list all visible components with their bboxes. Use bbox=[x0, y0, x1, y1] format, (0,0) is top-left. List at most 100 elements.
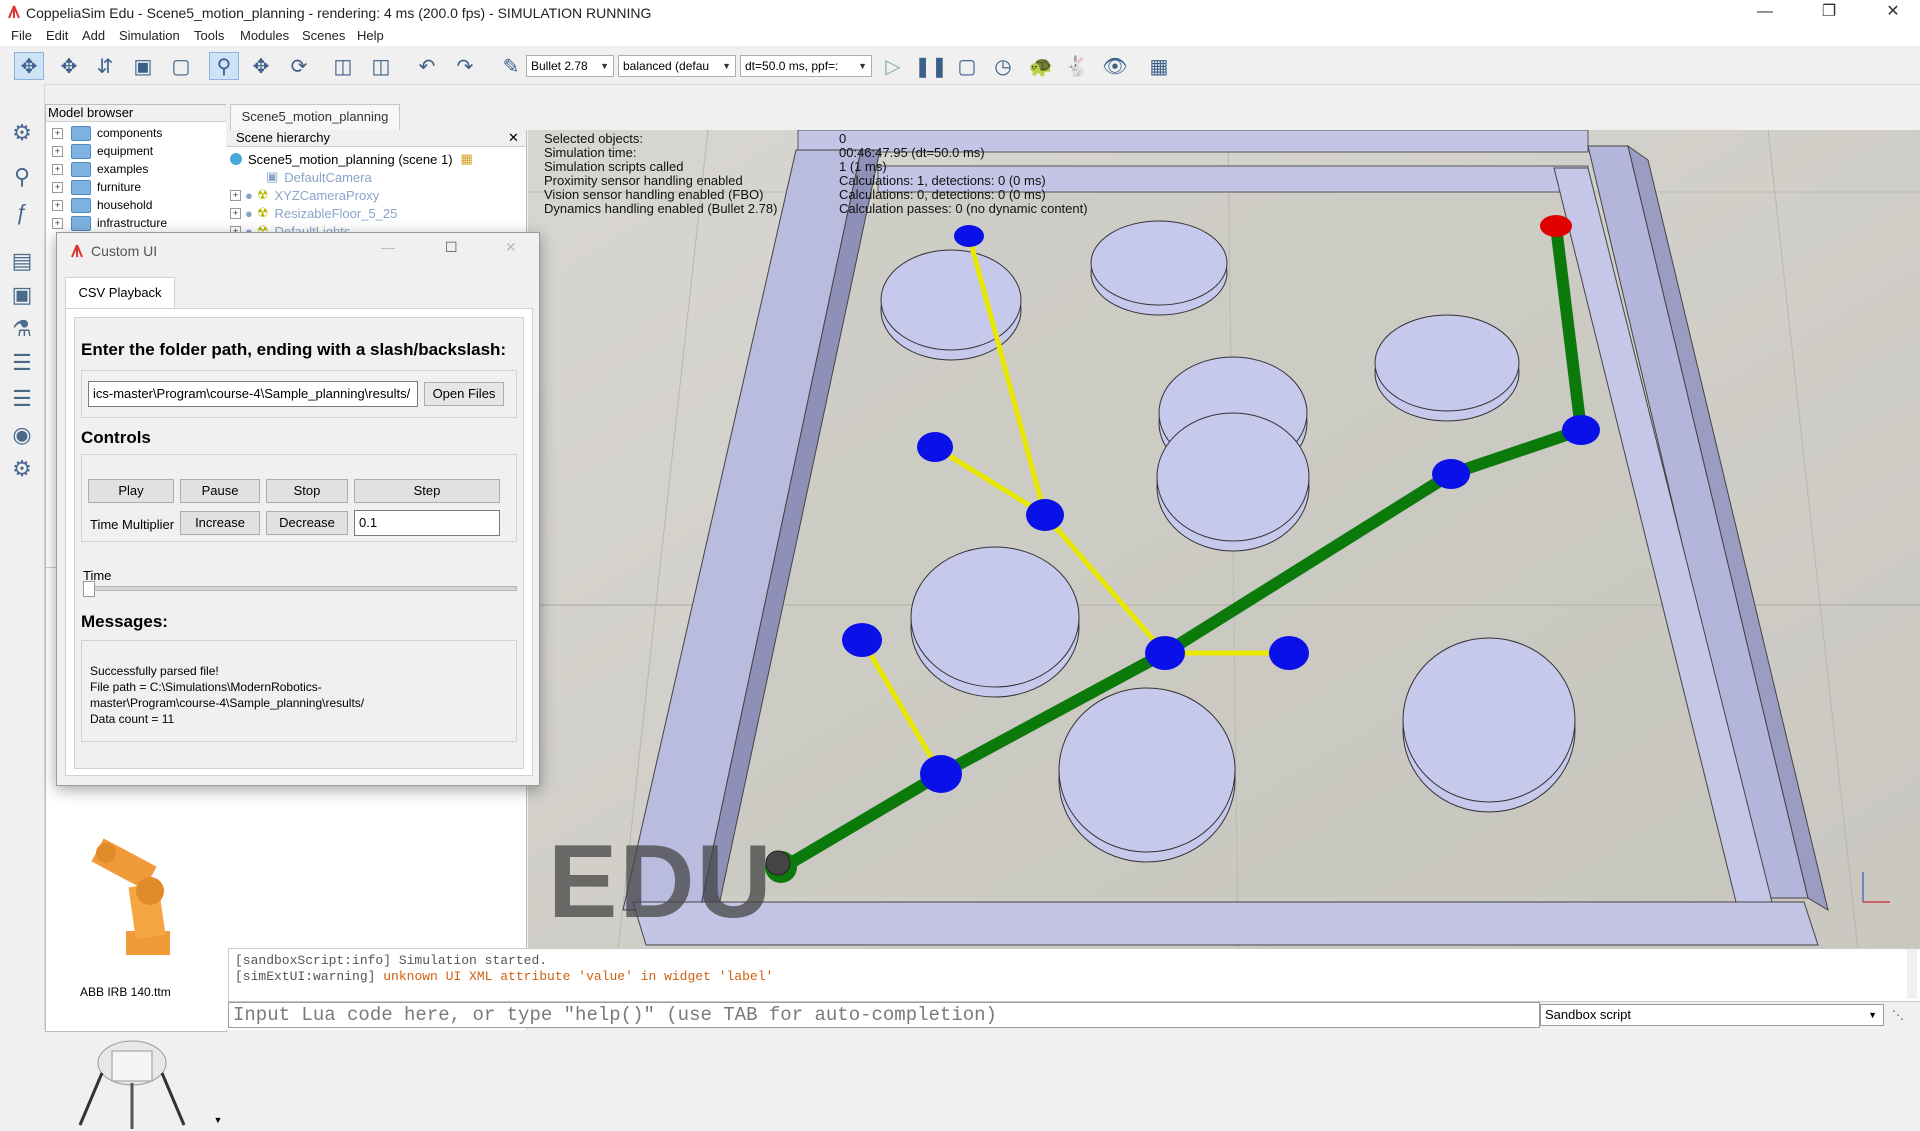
scene-hierarchy-toggle-icon[interactable]: ☰ bbox=[6, 348, 38, 378]
stop-icon[interactable]: ▢ bbox=[952, 52, 982, 80]
scene-object-properties-icon[interactable]: ▤ bbox=[6, 246, 38, 276]
status-console[interactable]: [sandboxScript:info] Simulation started.… bbox=[228, 948, 1920, 1002]
model-folder-furniture[interactable]: + furniture bbox=[52, 178, 141, 196]
open-files-button[interactable]: Open Files bbox=[424, 382, 504, 406]
abb-irb140-thumbnail[interactable] bbox=[64, 781, 204, 981]
menu-simulation[interactable]: Simulation bbox=[119, 28, 180, 43]
folder-prompt: Enter the folder path, ending with a sla… bbox=[81, 340, 507, 359]
close-hierarchy-icon[interactable]: ✕ bbox=[508, 130, 519, 146]
menu-add[interactable]: Add bbox=[82, 28, 105, 43]
camera-pan-icon[interactable]: ✥ bbox=[14, 52, 44, 80]
play-icon[interactable]: ▷ bbox=[878, 52, 908, 80]
expand-icon[interactable]: + bbox=[52, 163, 63, 175]
visualization-toggle-icon[interactable]: 👁 bbox=[1100, 52, 1130, 80]
folder-icon bbox=[71, 179, 91, 195]
script-selector[interactable]: Sandbox script ▼ bbox=[1540, 1004, 1884, 1026]
window-title: CoppeliaSim Edu - Scene5_motion_planning… bbox=[26, 5, 652, 21]
scroll-down-icon[interactable]: ▼ bbox=[211, 1115, 225, 1129]
resize-grip-icon[interactable]: ⋱ bbox=[1892, 1008, 1906, 1022]
dynamics-mode-select[interactable]: balanced (defau ▼ bbox=[618, 55, 736, 77]
expand-icon[interactable]: + bbox=[230, 189, 241, 201]
model-folder-infrastructure[interactable]: + infrastructure bbox=[52, 214, 167, 232]
hierarchy-item-xyzcameraproxy[interactable]: + ● ☢ XYZCameraProxy bbox=[230, 186, 379, 204]
menu-modules[interactable]: Modules bbox=[240, 28, 289, 43]
stat-label: Dynamics handling enabled (Bullet 2.78) bbox=[544, 201, 778, 216]
play-button[interactable]: Play bbox=[88, 479, 174, 503]
calculation-module-icon[interactable]: ▣ bbox=[6, 280, 38, 310]
stop-button[interactable]: Stop bbox=[266, 479, 348, 503]
hierarchy-item-scene[interactable]: Scene5_motion_planning (scene 1) ▦ bbox=[230, 150, 473, 168]
dynamics-settings-icon[interactable]: ✎ bbox=[496, 52, 526, 80]
page-selector-icon[interactable]: ▦ bbox=[1144, 52, 1174, 80]
hierarchy-item-resizablefloor[interactable]: + ● ☢ ResizableFloor_5_25 bbox=[230, 204, 397, 222]
close-button[interactable]: ✕ bbox=[505, 239, 517, 256]
pause-button[interactable]: Pause bbox=[180, 479, 260, 503]
model-folder-components[interactable]: + components bbox=[52, 124, 162, 142]
expand-icon[interactable]: + bbox=[52, 145, 63, 157]
chevron-down-icon: ▼ bbox=[600, 61, 609, 71]
user-settings-icon[interactable]: ⚙ bbox=[6, 454, 38, 484]
pause-icon[interactable]: ❚❚ bbox=[914, 52, 948, 80]
close-button[interactable]: ✕ bbox=[1870, 0, 1916, 24]
menu-file[interactable]: File bbox=[11, 28, 32, 43]
model-browser-toggle-icon[interactable]: ⚗ bbox=[6, 314, 38, 344]
menu-tools[interactable]: Tools bbox=[194, 28, 224, 43]
simulation-settings-icon[interactable]: ⚙ bbox=[6, 118, 38, 148]
step-button[interactable]: Step bbox=[354, 479, 500, 503]
search-icon[interactable]: ⚲ bbox=[6, 162, 38, 192]
increase-button[interactable]: Increase bbox=[180, 511, 260, 535]
model-folder-examples[interactable]: + examples bbox=[52, 160, 148, 178]
menu-edit[interactable]: Edit bbox=[46, 28, 68, 43]
maximize-button[interactable]: ☐ bbox=[445, 239, 458, 256]
undo-icon[interactable]: ↶ bbox=[412, 52, 442, 80]
hierarchy-label: ResizableFloor_5_25 bbox=[274, 205, 398, 221]
messages-text: Successfully parsed file! File path = C:… bbox=[90, 663, 364, 727]
model-folder-equipment[interactable]: + equipment bbox=[52, 142, 153, 160]
click-select-icon[interactable]: ⚲ bbox=[209, 52, 239, 80]
expand-icon[interactable]: + bbox=[52, 199, 63, 211]
speed-up-icon[interactable]: 🐇 bbox=[1062, 52, 1092, 80]
restore-button[interactable]: ❐ bbox=[1806, 0, 1852, 24]
time-multiplier-input[interactable]: 0.1 bbox=[354, 510, 500, 536]
object-rotate-icon[interactable]: ⟳ bbox=[284, 52, 314, 80]
fit-to-view-icon[interactable]: ▢ bbox=[166, 52, 196, 80]
camera-rotate-icon[interactable]: ✥ bbox=[54, 52, 84, 80]
physics-engine-select[interactable]: Bullet 2.78 ▼ bbox=[526, 55, 614, 77]
folder-path-input[interactable]: ics-master\Program\course-4\Sample_plann… bbox=[88, 381, 418, 407]
time-slider[interactable] bbox=[83, 586, 517, 591]
expand-icon[interactable]: + bbox=[230, 207, 241, 219]
video-recorder-icon[interactable]: ◉ bbox=[6, 420, 38, 450]
layers-icon[interactable]: ☰ bbox=[6, 384, 38, 414]
timestep-select[interactable]: dt=50.0 ms, ppf=: ▼ bbox=[740, 55, 872, 77]
object-shift-icon[interactable]: ✥ bbox=[246, 52, 276, 80]
model-folder-household[interactable]: + household bbox=[52, 196, 152, 214]
expand-icon[interactable]: + bbox=[52, 127, 63, 139]
tab-scene5-motion-planning[interactable]: Scene5_motion_planning bbox=[230, 104, 400, 130]
realtime-clock-icon[interactable]: ◷ bbox=[988, 52, 1018, 80]
hierarchy-label: XYZCameraProxy bbox=[274, 187, 380, 203]
minimize-button[interactable]: — bbox=[381, 239, 395, 255]
tab-csv-playback[interactable]: CSV Playback bbox=[65, 277, 175, 310]
camera-shift-icon[interactable]: ⇵ bbox=[90, 52, 120, 80]
scene-viewport[interactable]: EDU bbox=[528, 130, 1920, 950]
menu-help[interactable]: Help bbox=[357, 28, 384, 43]
function-icon[interactable]: ƒ bbox=[6, 198, 38, 228]
expand-icon[interactable]: + bbox=[52, 217, 63, 229]
redo-icon[interactable]: ↷ bbox=[450, 52, 480, 80]
decrease-button[interactable]: Decrease bbox=[266, 511, 348, 535]
hierarchy-item-defaultcamera[interactable]: ▣ DefaultCamera bbox=[266, 168, 372, 186]
menu-scenes[interactable]: Scenes bbox=[302, 28, 345, 43]
delta-robot-thumbnail[interactable] bbox=[66, 1033, 196, 1131]
console-scrollbar[interactable] bbox=[1907, 949, 1917, 999]
camera-angle-icon[interactable]: ▣ bbox=[128, 52, 158, 80]
transfer-dna-icon[interactable]: ◫ bbox=[366, 52, 396, 80]
expand-icon[interactable]: + bbox=[52, 181, 63, 193]
assemble-icon[interactable]: ◫ bbox=[328, 52, 358, 80]
lua-command-input[interactable]: Input Lua code here, or type "help()" (u… bbox=[228, 1002, 1540, 1028]
time-slider-handle[interactable] bbox=[83, 581, 95, 597]
time-multiplier-label: Time Multiplier bbox=[90, 517, 175, 532]
script-icon[interactable]: ▦ bbox=[461, 151, 473, 167]
stat-value: Calculations: 0, detections: 0 (0 ms) bbox=[839, 187, 1046, 202]
minimize-button[interactable]: — bbox=[1742, 0, 1788, 24]
slow-down-icon[interactable]: 🐢 bbox=[1026, 52, 1056, 80]
